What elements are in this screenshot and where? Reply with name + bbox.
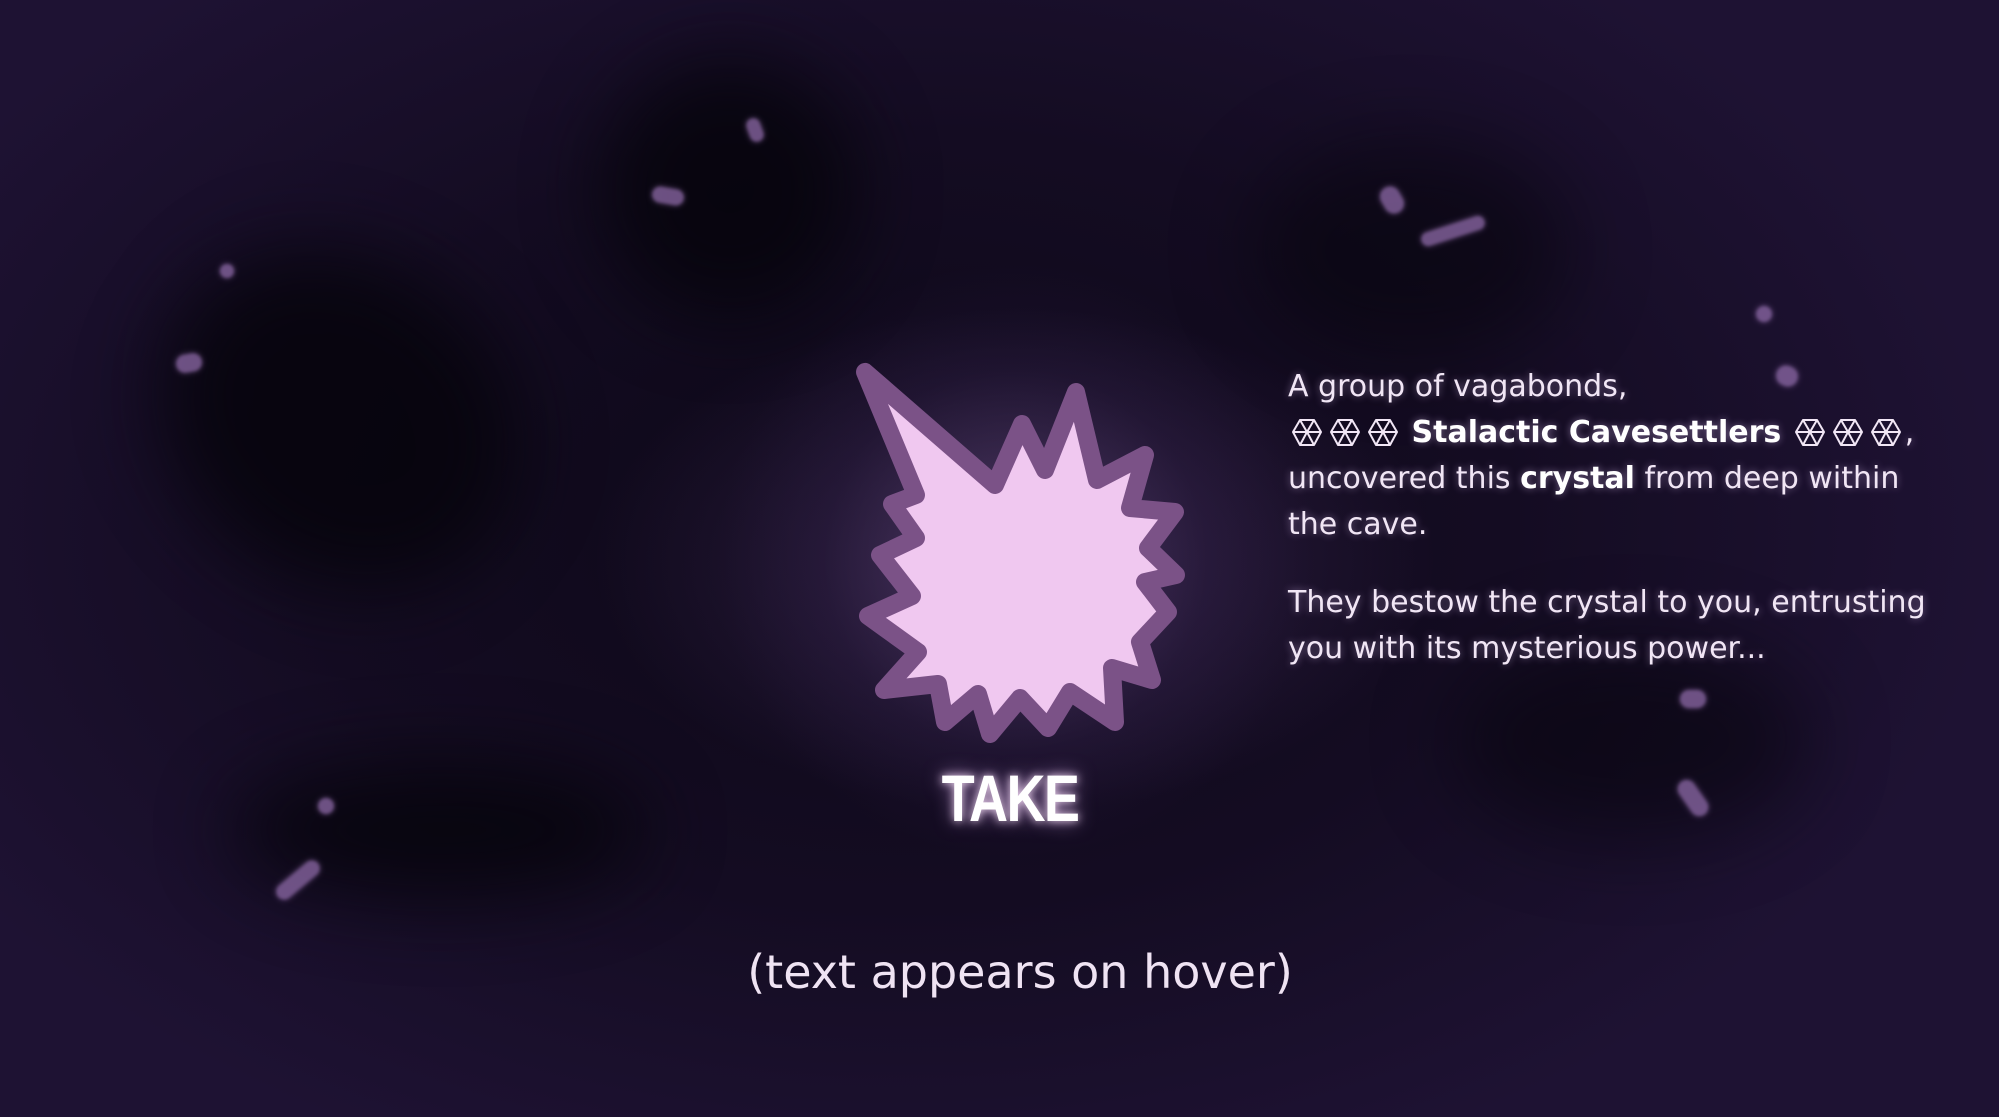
- take-label[interactable]: TAKE: [920, 760, 1100, 836]
- story-line-3-pre: uncovered this: [1288, 461, 1511, 496]
- story-paragraph-1: A group of vagabonds, Stalactic Cavesett…: [1288, 364, 1928, 548]
- crystal-icon: [1288, 415, 1326, 449]
- story-text: A group of vagabonds, Stalactic Cavesett…: [1288, 364, 1928, 704]
- story-line-1: A group of vagabonds,: [1288, 369, 1628, 404]
- starburst-icon: [856, 363, 1185, 743]
- floating-speck: [318, 798, 334, 814]
- crystal-icon: [1867, 415, 1905, 449]
- crystal-icon: [1829, 415, 1867, 449]
- comma: ,: [1904, 415, 1915, 450]
- take-button[interactable]: [830, 350, 1190, 750]
- crystal-word: crystal: [1520, 461, 1635, 496]
- crystal-icon: [1364, 415, 1402, 449]
- scene: TAKE A group of vagabonds, Stalactic Cav…: [0, 0, 1999, 1117]
- shadow-blob: [600, 60, 860, 320]
- floating-speck: [220, 264, 234, 278]
- floating-speck: [1756, 306, 1772, 322]
- hover-hint: (text appears on hover): [747, 945, 1293, 999]
- story-paragraph-2: They bestow the crystal to you, entrusti…: [1288, 585, 1926, 666]
- shadow-blob: [92, 179, 588, 661]
- crystal-icon: [1791, 415, 1829, 449]
- group-name: Stalactic Cavesettlers: [1411, 415, 1782, 450]
- crystal-icon: [1326, 415, 1364, 449]
- shadow-blob: [1250, 140, 1570, 360]
